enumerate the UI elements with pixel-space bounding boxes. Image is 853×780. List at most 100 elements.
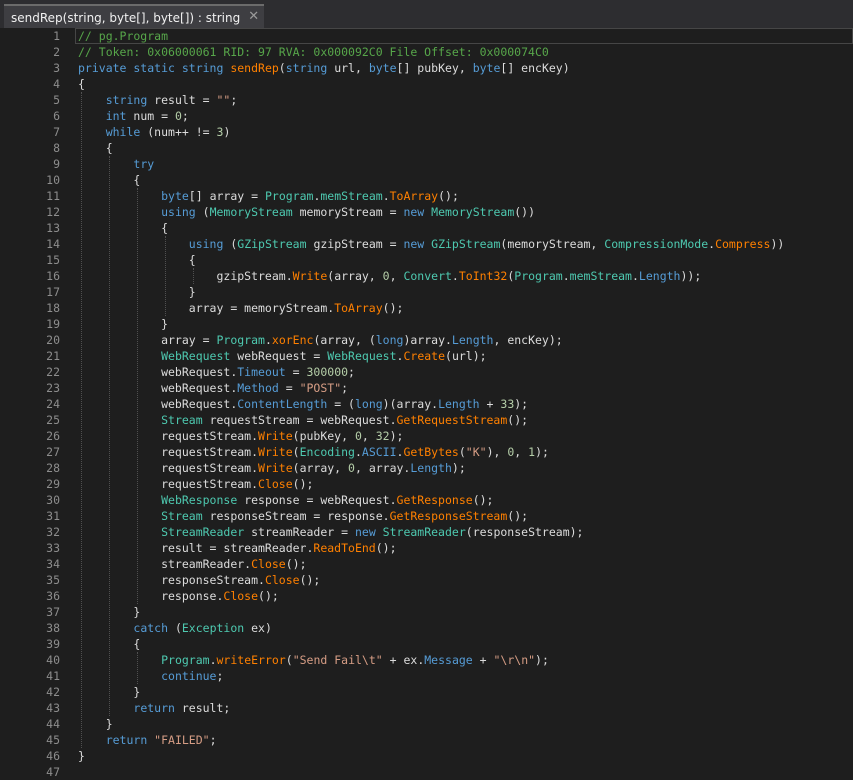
code-token: webRequest. (78, 397, 238, 411)
code-line[interactable]: StreamReader streamReader = new StreamRe… (78, 524, 583, 540)
code-token: private static string (78, 61, 231, 75)
code-token: "" (216, 93, 231, 107)
line-number: 1 (53, 29, 60, 43)
code-token: xorEnc (271, 333, 314, 347)
code-line[interactable]: } (78, 316, 168, 332)
code-token: webRequest = (237, 349, 328, 363)
code-line[interactable]: // Token: 0x06000061 RID: 97 RVA: 0x0000… (78, 44, 549, 60)
code-line[interactable]: WebResponse response = webRequest.GetRes… (78, 492, 493, 508)
close-icon[interactable]: ✕ (248, 6, 259, 28)
code-line[interactable]: webRequest.Method = "POST"; (78, 380, 348, 396)
line-number: 42 (46, 685, 60, 699)
code-token: requestStream. (78, 477, 259, 491)
code-line[interactable]: { (78, 220, 168, 236)
code-line[interactable]: requestStream.Write(pubKey, 0, 32); (78, 428, 403, 444)
code-line[interactable]: responseStream.Close(); (78, 572, 320, 588)
code-line[interactable]: return result; (78, 700, 230, 716)
code-token: Program (264, 189, 314, 203)
code-line[interactable]: catch (Exception ex) (78, 620, 272, 636)
code-line[interactable]: while (num++ != 3) (78, 124, 231, 140)
code-line[interactable]: streamReader.Close(); (78, 556, 307, 572)
code-token: byte (161, 189, 189, 203)
code-token: "FAILED" (154, 733, 210, 747)
code-line[interactable]: { (78, 140, 113, 156)
code-token: CompressionMode (604, 237, 709, 251)
code-line[interactable]: Stream requestStream = webRequest.GetReq… (78, 412, 528, 428)
code-token: (); (258, 589, 279, 603)
code-line[interactable]: { (78, 76, 85, 92)
code-token: 0 (382, 269, 390, 283)
line-number: 4 (53, 77, 60, 91)
code-line[interactable]: using (GZipStream gzipStream = new GZipS… (78, 236, 785, 252)
code-line[interactable]: // pg.Program (78, 28, 168, 44)
code-token: GZipStream (431, 237, 501, 251)
code-token: requestStream. (78, 429, 259, 443)
code-token: webRequest. (78, 381, 238, 395)
indent-guide (165, 236, 166, 316)
code-line[interactable]: webRequest.ContentLength = (long)(array.… (78, 396, 528, 412)
code-line[interactable]: webRequest.Timeout = 300000; (78, 364, 355, 380)
code-token: [] pubKey, (396, 61, 473, 75)
code-line[interactable]: requestStream.Close(); (78, 476, 313, 492)
code-token: Write (258, 445, 293, 459)
line-number: 31 (46, 509, 60, 523)
code-line[interactable]: WebRequest webRequest = WebRequest.Creat… (78, 348, 486, 364)
code-token: ; (181, 109, 189, 123)
code-token: memStream (569, 269, 632, 283)
code-token: (array, ( (313, 333, 376, 347)
code-editor[interactable]: 1 2 3 4 5 6 7 8 9 10 11 12 13 14 15 16 17 18 19 20 21 22 23 24 2… (0, 28, 853, 779)
code-token: ); (535, 653, 549, 667)
code-token: Timeout (237, 365, 286, 379)
code-token: "\r\n" (493, 653, 536, 667)
code-line[interactable]: Stream responseStream = response.GetResp… (78, 508, 528, 524)
code-line[interactable]: Program.writeError("Send Fail\t" + ex.Me… (78, 652, 549, 668)
code-token: new (403, 237, 432, 251)
code-line[interactable]: result = streamReader.ReadToEnd(); (78, 540, 397, 556)
code-line[interactable]: return "FAILED"; (78, 732, 217, 748)
code-line[interactable]: try (78, 156, 154, 172)
line-number: 45 (46, 733, 60, 747)
code-token: responseStream = response. (209, 509, 390, 523)
code-area[interactable]: // pg.Program // Token: 0x06000061 RID: 9… (75, 28, 853, 763)
code-line[interactable]: string result = ""; (78, 92, 238, 108)
code-line[interactable]: private static string sendRep(string url… (78, 60, 570, 76)
code-token: Write (258, 429, 293, 443)
code-token: using (188, 237, 231, 251)
code-token: . (209, 653, 217, 667)
code-line[interactable]: gzipStream.Write(array, 0, Convert.ToInt… (78, 268, 701, 284)
code-token: (); (375, 541, 397, 555)
code-token: { (78, 221, 169, 235)
code-token: ; (230, 93, 238, 107)
line-number: 14 (46, 237, 60, 251)
code-line[interactable]: continue; (78, 668, 223, 684)
code-token: gzipStream = (313, 237, 404, 251)
code-token: (); (285, 557, 307, 571)
code-token: StreamReader (382, 525, 466, 539)
code-token: ; (216, 669, 224, 683)
code-token: Length (638, 269, 681, 283)
code-line[interactable]: byte[] array = Program.memStream.ToArray… (78, 188, 459, 204)
code-token: + (472, 653, 494, 667)
code-token: memoryStream = (299, 205, 404, 219)
line-number: 15 (46, 253, 60, 267)
code-line[interactable]: } (78, 716, 113, 732)
code-line[interactable]: requestStream.Write(Encoding.ASCII.GetBy… (78, 444, 549, 460)
code-token: ; (341, 381, 349, 395)
line-number: 35 (46, 573, 60, 587)
code-token: // pg.Program (78, 29, 169, 43)
code-line[interactable]: int num = 0; (78, 108, 189, 124)
code-line[interactable]: } (78, 748, 85, 764)
line-number: 24 (46, 397, 60, 411)
code-line[interactable]: array = Program.xorEnc(array, (long)arra… (78, 332, 563, 348)
code-line[interactable]: using (MemoryStream memoryStream = new M… (78, 204, 535, 220)
code-token: catch (133, 621, 175, 635)
line-number: 7 (53, 125, 60, 139)
code-token: (); (472, 493, 494, 507)
code-line[interactable]: array = memoryStream.ToArray(); (78, 300, 404, 316)
tab-sendrep[interactable]: sendRep(string, byte[], byte[]) : string… (4, 4, 265, 28)
